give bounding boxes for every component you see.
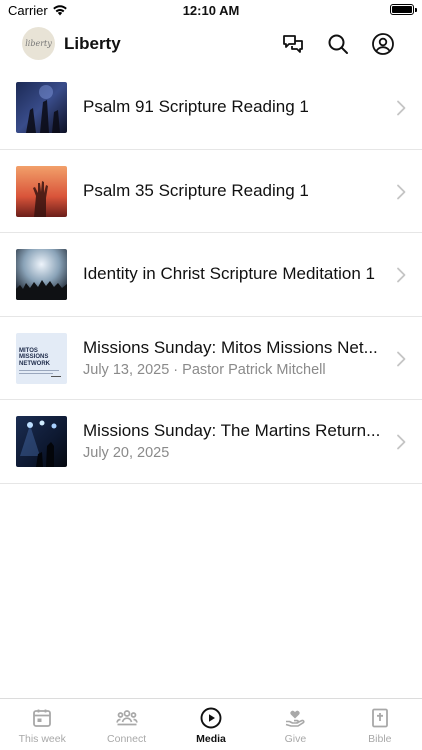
- list-item[interactable]: Psalm 91 Scripture Reading 1: [0, 66, 422, 150]
- thumbnail-image: [16, 165, 67, 217]
- tab-label: Bible: [368, 733, 392, 745]
- status-bar: Carrier 12:10 AM: [0, 0, 422, 22]
- item-text: Missions Sunday: Mitos Missions Net... J…: [83, 317, 382, 400]
- tab-give[interactable]: Give: [253, 699, 337, 750]
- play-circle-icon: [200, 707, 222, 729]
- chevron-right-icon: [397, 100, 406, 116]
- status-time: 12:10 AM: [182, 3, 240, 18]
- thumbnail-image: [16, 416, 67, 467]
- tab-label: Give: [284, 733, 307, 745]
- search-icon[interactable]: [326, 32, 350, 56]
- item-title: Identity in Christ Scripture Meditation …: [83, 264, 375, 284]
- heart-hand-icon: [286, 710, 305, 727]
- profile-icon[interactable]: [371, 32, 395, 56]
- tab-label: Connect: [107, 733, 147, 745]
- chevron-right-icon: [397, 267, 406, 283]
- mitos-card-text: MITOS MISSIONS NETWORK: [19, 347, 50, 367]
- item-text: Missions Sunday: The Martins Return... J…: [83, 400, 382, 483]
- media-list: Psalm 91 Scripture Reading 1 Psalm 35 Sc…: [0, 66, 422, 484]
- tab-label: Media: [196, 733, 226, 745]
- church-logo[interactable]: liberty: [22, 27, 55, 60]
- tab-bar: This week Connect Media Give Bible: [0, 698, 422, 750]
- tab-this-week[interactable]: This week: [0, 699, 84, 750]
- page-title: Liberty: [64, 34, 121, 53]
- battery-icon: [390, 4, 417, 15]
- messages-icon[interactable]: [281, 32, 305, 56]
- item-subtitle: July 13, 2025 · Pastor Patrick Mitchell: [83, 361, 326, 378]
- thumbnail-image: [16, 249, 67, 300]
- list-item[interactable]: MITOS MISSIONS NETWORK Missions Sunday: …: [0, 317, 422, 400]
- list-item[interactable]: Psalm 35 Scripture Reading 1: [0, 150, 422, 233]
- item-title: Missions Sunday: Mitos Missions Net...: [83, 337, 378, 357]
- item-text: Psalm 35 Scripture Reading 1: [83, 150, 382, 233]
- chevron-right-icon: [397, 434, 406, 450]
- list-item[interactable]: Identity in Christ Scripture Meditation …: [0, 233, 422, 317]
- tab-bible[interactable]: Bible: [338, 699, 422, 750]
- chevron-right-icon: [397, 184, 406, 199]
- app-header: liberty Liberty: [0, 22, 422, 66]
- thumbnail-image: [16, 82, 67, 133]
- item-text: Identity in Christ Scripture Meditation …: [83, 233, 382, 316]
- item-title: Psalm 91 Scripture Reading 1: [83, 97, 309, 117]
- item-title: Psalm 35 Scripture Reading 1: [83, 180, 309, 200]
- tab-connect[interactable]: Connect: [84, 699, 168, 750]
- item-subtitle: July 20, 2025: [83, 445, 170, 462]
- logo-text: liberty: [25, 39, 52, 48]
- calendar-icon: [33, 709, 52, 727]
- bible-icon: [371, 708, 388, 728]
- people-icon: [115, 710, 138, 726]
- thumbnail-image: MITOS MISSIONS NETWORK: [16, 332, 67, 384]
- tab-label: This week: [18, 733, 66, 745]
- item-text: Psalm 91 Scripture Reading 1: [83, 66, 382, 149]
- tab-media[interactable]: Media: [169, 699, 253, 750]
- chevron-right-icon: [397, 351, 406, 366]
- list-item[interactable]: Missions Sunday: The Martins Return... J…: [0, 400, 422, 484]
- item-title: Missions Sunday: The Martins Return...: [83, 421, 381, 441]
